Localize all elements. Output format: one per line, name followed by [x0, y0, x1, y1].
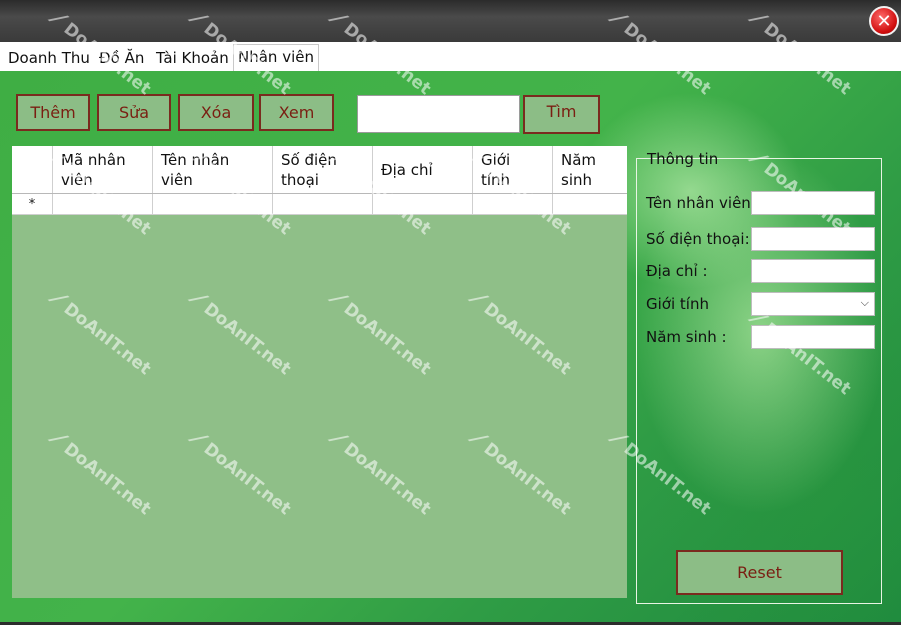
employee-grid[interactable]: Mã nhân viên Tên nhân viên Số điện thoại…	[12, 146, 627, 598]
chevron-down-icon: ⌵	[860, 296, 869, 309]
tab-bar: Doanh Thu Đồ Ăn Tài Khoản Nhân viên	[0, 42, 901, 72]
column-header-line: viên	[161, 171, 193, 189]
column-header-gioi-tinh[interactable]: Giới tính	[473, 146, 553, 193]
close-icon[interactable]: ✕	[869, 6, 899, 36]
name-label: Tên nhân viên:	[646, 194, 756, 212]
table-cell[interactable]	[53, 194, 153, 215]
phone-field[interactable]	[751, 227, 875, 251]
tab-do-an[interactable]: Đồ Ăn	[95, 47, 148, 69]
address-field[interactable]	[751, 259, 875, 283]
info-group-title: Thông tin	[647, 150, 719, 168]
search-input[interactable]	[357, 95, 520, 133]
gender-label: Giới tính	[646, 295, 709, 313]
table-cell[interactable]	[473, 194, 553, 215]
year-field[interactable]	[751, 325, 875, 349]
grid-header: Mã nhân viên Tên nhân viên Số điện thoại…	[12, 146, 627, 194]
column-header-ten-nhan-vien[interactable]: Tên nhân viên	[153, 146, 273, 193]
tab-doanh-thu[interactable]: Doanh Thu	[4, 47, 94, 69]
column-header-line: Số điện	[281, 151, 337, 169]
row-header-corner	[12, 146, 53, 193]
column-header-line: tính	[481, 171, 511, 189]
tab-nhan-vien[interactable]: Nhân viên	[233, 44, 319, 72]
table-cell[interactable]	[553, 194, 627, 215]
table-cell[interactable]	[373, 194, 473, 215]
column-header-line: thoại	[281, 171, 319, 189]
phone-label: Số điện thoại:	[646, 230, 750, 248]
column-header-ma-nhan-vien[interactable]: Mã nhân viên	[53, 146, 153, 193]
info-groupbox	[636, 158, 882, 604]
table-cell[interactable]	[153, 194, 273, 215]
column-header-line: Năm	[561, 151, 597, 169]
column-header-line: viên	[61, 171, 93, 189]
column-header-line: Tên nhân	[161, 151, 230, 169]
delete-button[interactable]: Xóa	[178, 94, 254, 131]
reset-button[interactable]: Reset	[676, 550, 843, 595]
title-bar	[0, 0, 901, 42]
table-cell[interactable]	[273, 194, 373, 215]
address-label: Địa chỉ :	[646, 262, 708, 280]
column-header-line: sinh	[561, 171, 592, 189]
name-field[interactable]	[751, 191, 875, 215]
add-button[interactable]: Thêm	[16, 94, 90, 131]
column-header-line: Địa chỉ	[381, 161, 433, 179]
column-header-nam-sinh[interactable]: Năm sinh	[553, 146, 627, 193]
column-header-dia-chi[interactable]: Địa chỉ	[373, 146, 473, 193]
new-row-marker: *	[12, 194, 53, 215]
column-header-line: Mã nhân	[61, 151, 126, 169]
tab-tai-khoan[interactable]: Tài Khoản	[152, 47, 233, 69]
column-header-line: Giới	[481, 151, 511, 169]
gender-select[interactable]: ⌵	[751, 292, 875, 316]
search-button[interactable]: Tìm	[523, 95, 600, 134]
column-header-so-dien-thoai[interactable]: Số điện thoại	[273, 146, 373, 193]
edit-button[interactable]: Sửa	[97, 94, 171, 131]
table-row[interactable]: *	[12, 194, 627, 215]
year-label: Năm sinh :	[646, 328, 727, 346]
view-button[interactable]: Xem	[259, 94, 334, 131]
